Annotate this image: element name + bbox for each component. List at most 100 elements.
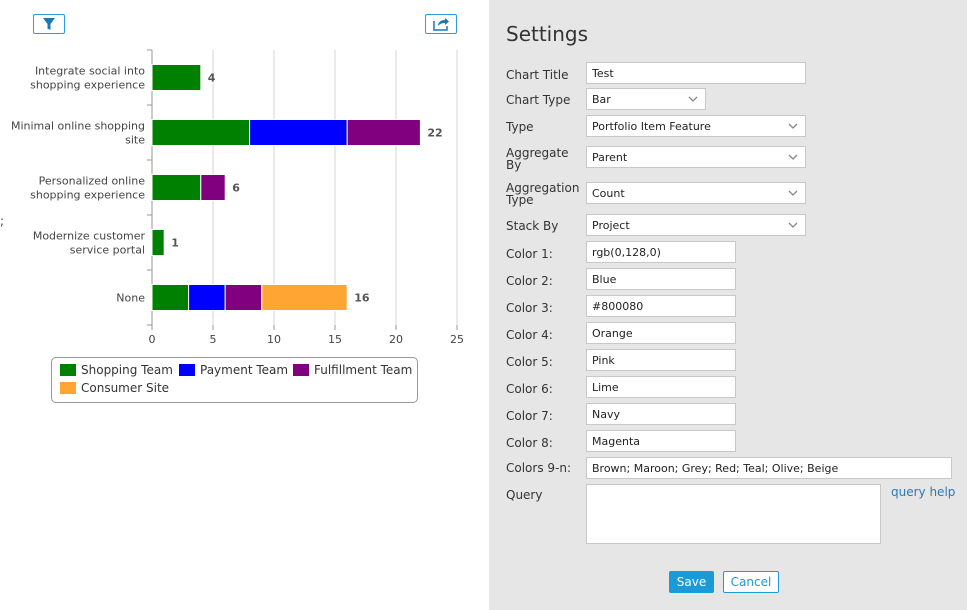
legend-item-shopping-team[interactable]: Shopping Team: [60, 363, 173, 377]
color-2-value: Blue: [592, 272, 617, 286]
color-4-label: Color 4:: [506, 328, 553, 342]
color-1-label: Color 1:: [506, 247, 553, 261]
chart-title-input[interactable]: Test: [586, 62, 806, 84]
chevron-down-icon: [788, 222, 798, 228]
aggregation-type-label: Aggregation Type: [506, 181, 580, 207]
chevron-down-icon: [688, 96, 698, 102]
save-button[interactable]: Save: [669, 571, 714, 593]
legend-swatch: [179, 364, 195, 376]
category-label: Modernize customer service portal: [33, 230, 146, 257]
query-label: Query: [506, 488, 543, 502]
stack-by-value: Project: [592, 218, 630, 232]
bar-segment: [151, 174, 202, 201]
export-icon: [433, 18, 449, 31]
legend-swatch: [293, 364, 309, 376]
bar-segment: [200, 174, 226, 201]
legend-item-consumer-site[interactable]: Consumer Site: [60, 381, 169, 395]
aggregation-type-value: Count: [592, 186, 625, 200]
color-5-input[interactable]: Pink: [586, 349, 736, 371]
chart-type-select[interactable]: Bar: [586, 88, 706, 110]
x-tick-label: 15: [328, 333, 342, 346]
bar-chart: 0 5 10 15 20 25 Integrate social into shopping …: [11, 49, 464, 346]
type-select[interactable]: Portfolio Item Feature: [586, 115, 806, 137]
bar-total-label: 1: [171, 237, 179, 250]
legend-swatch: [60, 382, 76, 394]
bar-total-label: 22: [427, 127, 442, 140]
color-8-value: Magenta: [592, 434, 641, 448]
cancel-button[interactable]: Cancel: [723, 571, 779, 593]
color-3-input[interactable]: #800080: [586, 295, 736, 317]
color-8-input[interactable]: Magenta: [586, 430, 736, 452]
chart-panel: 0 5 10 15 20 25 Integrate social into shopping …: [0, 0, 489, 610]
color-1-input[interactable]: rgb(0,128,0): [586, 241, 736, 263]
chevron-down-icon: [788, 123, 798, 129]
colors-9n-label: Colors 9-n:: [506, 461, 572, 475]
bar-segment: [151, 64, 202, 91]
aggregation-type-select[interactable]: Count: [586, 182, 806, 204]
x-tick-label: 0: [149, 333, 156, 346]
aggregate-by-label: Aggregate By: [506, 146, 569, 172]
stray-semicolon: ;: [0, 214, 5, 228]
chart-legend: Shopping Team Payment Team Fulfillment T…: [51, 357, 418, 403]
category-label: Integrate social into shopping experience: [30, 65, 145, 92]
bar-segment: [346, 119, 421, 146]
bar-segment: [151, 229, 165, 256]
color-6-value: Lime: [592, 380, 619, 394]
chart-type-label: Chart Type: [506, 93, 571, 107]
color-2-input[interactable]: Blue: [586, 268, 736, 290]
query-help-link[interactable]: query help: [891, 485, 955, 499]
color-8-label: Color 8:: [506, 436, 553, 450]
stack-by-label: Stack By: [506, 219, 559, 233]
filter-button[interactable]: [33, 14, 65, 34]
settings-title: Settings: [506, 22, 589, 46]
color-2-label: Color 2:: [506, 274, 553, 288]
legend-label: Fulfillment Team: [314, 363, 413, 377]
chart-type-value: Bar: [592, 92, 611, 106]
bar-segment: [261, 284, 348, 311]
x-tick-label: 10: [267, 333, 281, 346]
query-textarea[interactable]: [586, 484, 881, 544]
type-value: Portfolio Item Feature: [592, 119, 711, 133]
stack-by-select[interactable]: Project: [586, 214, 806, 236]
category-label: None: [116, 292, 145, 305]
filter-icon: [43, 18, 55, 30]
color-5-label: Color 5:: [506, 355, 553, 369]
color-7-value: Navy: [592, 407, 620, 421]
aggregate-by-value: Parent: [592, 150, 628, 164]
legend-item-fulfillment-team[interactable]: Fulfillment Team: [293, 363, 412, 377]
bar-segment: [188, 284, 226, 311]
bar-total-label: 6: [232, 182, 240, 195]
colors-9n-input[interactable]: Brown; Maroon; Grey; Red; Teal; Olive; B…: [586, 457, 952, 479]
x-tick-label: 5: [210, 333, 217, 346]
color-6-label: Color 6:: [506, 382, 553, 396]
category-label: Minimal online shopping site: [11, 120, 145, 147]
settings-panel: Settings Chart Title Test Chart Type Bar…: [489, 0, 967, 610]
legend-label: Shopping Team: [81, 363, 173, 377]
legend-label: Payment Team: [200, 363, 289, 377]
aggregate-by-select[interactable]: Parent: [586, 146, 806, 168]
export-button[interactable]: [425, 14, 457, 34]
color-7-label: Color 7:: [506, 409, 553, 423]
category-label: Personalized online shopping experience: [30, 175, 145, 202]
bar-total-label: 16: [354, 292, 370, 305]
bar-segment: [151, 284, 190, 311]
colors-9n-value: Brown; Maroon; Grey; Red; Teal; Olive; B…: [592, 461, 839, 475]
legend-label: Consumer Site: [81, 381, 170, 395]
chevron-down-icon: [788, 190, 798, 196]
color-3-label: Color 3:: [506, 301, 553, 315]
legend-item-payment-team[interactable]: Payment Team: [179, 363, 288, 377]
chevron-down-icon: [788, 154, 798, 160]
bar-segment: [249, 119, 348, 146]
color-7-input[interactable]: Navy: [586, 403, 736, 425]
legend-swatch: [60, 364, 76, 376]
color-6-input[interactable]: Lime: [586, 376, 736, 398]
color-4-value: Orange: [592, 326, 633, 340]
x-tick-label: 25: [450, 333, 464, 346]
color-3-value: #800080: [592, 299, 644, 313]
bar-total-label: 4: [208, 72, 216, 85]
bar-segment: [151, 119, 251, 146]
color-4-input[interactable]: Orange: [586, 322, 736, 344]
bar-segment: [224, 284, 263, 311]
color-5-value: Pink: [592, 353, 615, 367]
chart-title-label: Chart Title: [506, 68, 569, 82]
